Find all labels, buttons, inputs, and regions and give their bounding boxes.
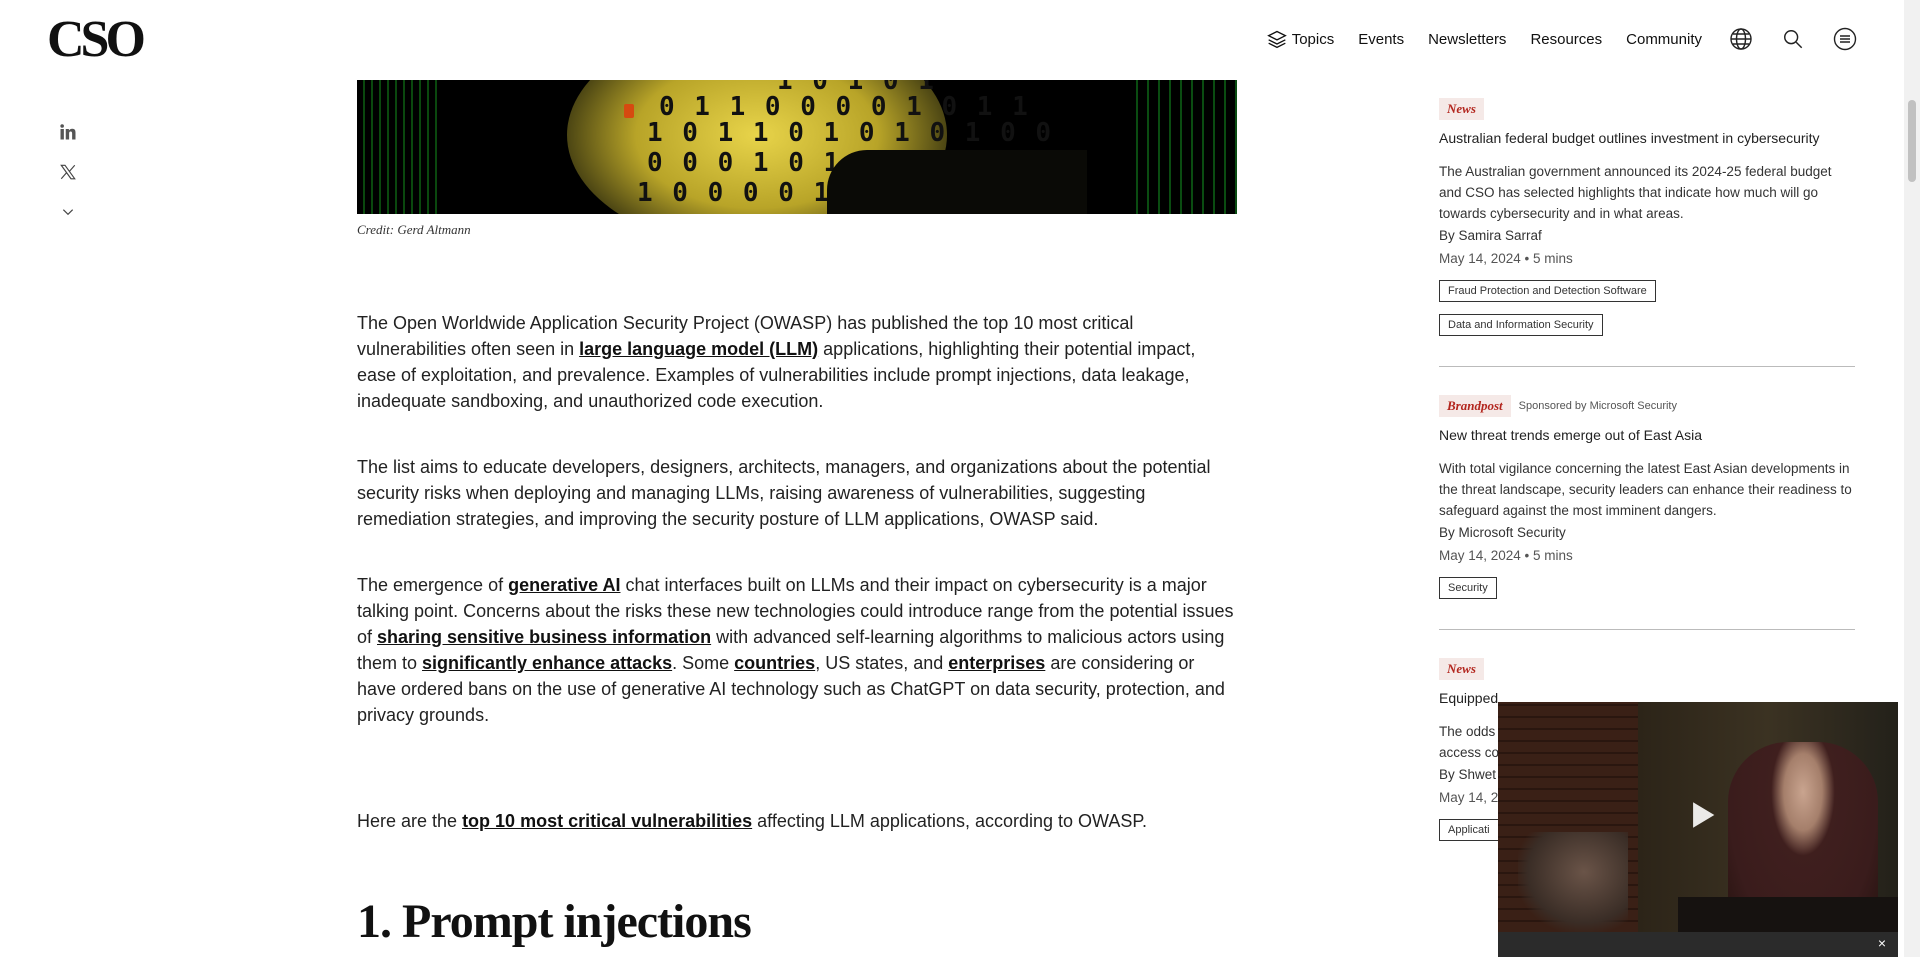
link-countries[interactable]: countries xyxy=(734,653,815,673)
site-header: CSO Topics Events Newsletters Resources … xyxy=(0,0,1904,80)
text: . Some xyxy=(672,653,735,673)
video-control-bar: × xyxy=(1498,932,1898,957)
nav-resources[interactable]: Resources xyxy=(1530,31,1602,48)
nav-newsletters[interactable]: Newsletters xyxy=(1428,31,1506,48)
link-top-10[interactable]: top 10 most critical vulnerabilities xyxy=(462,811,752,831)
link-sharing-sensitive-info[interactable]: sharing sensitive business information xyxy=(377,627,711,647)
card-meta: May 14, 2024 • 5 mins xyxy=(1439,548,1573,563)
topic-chip[interactable]: Fraud Protection and Detection Software xyxy=(1439,280,1656,302)
text: affecting LLM applications, according to… xyxy=(752,811,1148,831)
card-description: The Australian government announced its … xyxy=(1439,164,1832,221)
topic-chip[interactable]: Security xyxy=(1439,577,1497,599)
share-bar xyxy=(56,120,80,240)
cso-logo[interactable]: CSO xyxy=(47,10,146,69)
related-card[interactable]: Brandpost Sponsored by Microsoft Securit… xyxy=(1439,395,1855,630)
close-icon[interactable]: × xyxy=(1878,935,1886,951)
text: , US states, and xyxy=(815,653,949,673)
hero-binary-row: 1 0 1 1 0 1 0 1 0 1 0 0 xyxy=(647,118,1054,148)
paragraph-2: The list aims to educate developers, des… xyxy=(357,457,1211,529)
menu-icon[interactable] xyxy=(1832,26,1858,52)
topic-chip[interactable]: Applicati xyxy=(1439,819,1499,841)
text: Here are the xyxy=(357,811,463,831)
topic-chip[interactable]: Data and Information Security xyxy=(1439,314,1603,336)
linkedin-icon[interactable] xyxy=(56,120,80,144)
link-enterprises[interactable]: enterprises xyxy=(948,653,1045,673)
hero-binary-row: 0 0 0 1 0 1 xyxy=(647,148,842,178)
video-hand xyxy=(1518,832,1628,932)
x-icon[interactable] xyxy=(56,160,80,184)
search-icon[interactable] xyxy=(1780,26,1806,52)
paragraph-1: The Open Worldwide Application Security … xyxy=(357,310,1237,414)
article-body: 1 0 1 0 1 0 1 1 0 0 0 0 1 0 1 1 1 0 1 1 … xyxy=(357,80,1237,949)
card-title[interactable]: New threat trends emerge out of East Asi… xyxy=(1439,426,1855,444)
card-title[interactable]: Australian federal budget outlines inves… xyxy=(1439,129,1855,147)
scrollbar-thumb[interactable] xyxy=(1908,100,1916,182)
content-type-badge: News xyxy=(1439,98,1484,120)
nav-topics[interactable]: Topics xyxy=(1266,29,1335,49)
card-author: By Samira Sarraf xyxy=(1439,228,1542,243)
layers-icon xyxy=(1266,30,1287,49)
hero-red-light xyxy=(624,104,634,118)
link-generative-ai[interactable]: generative AI xyxy=(508,575,620,595)
content-type-badge: News xyxy=(1439,658,1484,680)
hero-green-stripes xyxy=(357,80,437,214)
card-meta: May 14, 2024 • 5 mins xyxy=(1439,251,1573,266)
image-credit: Credit: Gerd Altmann xyxy=(357,222,471,237)
nav-community[interactable]: Community xyxy=(1626,31,1702,48)
chevron-down-icon[interactable] xyxy=(56,200,80,224)
section-heading: 1. Prompt injections xyxy=(357,895,752,948)
nav-events[interactable]: Events xyxy=(1358,31,1404,48)
paragraph-3: The emergence of generative AI chat inte… xyxy=(357,572,1237,728)
link-llm[interactable]: large language model (LLM) xyxy=(579,339,818,359)
hero-green-stripes-right xyxy=(1127,80,1237,214)
card-description: With total vigilance concerning the late… xyxy=(1439,461,1852,518)
main-nav: Topics Events Newsletters Resources Comm… xyxy=(1243,26,1858,52)
content-type-badge: Brandpost xyxy=(1439,395,1511,417)
card-author: By Microsoft Security xyxy=(1439,525,1566,540)
sponsor-label: Sponsored by Microsoft Security xyxy=(1518,400,1677,412)
video-table xyxy=(1678,897,1898,937)
page-scrollbar[interactable] xyxy=(1904,0,1920,957)
related-card[interactable]: News Australian federal budget outlines … xyxy=(1439,80,1855,367)
link-enhance-attacks[interactable]: significantly enhance attacks xyxy=(422,653,672,673)
play-icon[interactable] xyxy=(1686,798,1720,837)
paragraph-4: Here are the top 10 most critical vulner… xyxy=(357,808,1237,834)
hero-image: 1 0 1 0 1 0 1 1 0 0 0 0 1 0 1 1 1 0 1 1 … xyxy=(357,80,1237,214)
text: The emergence of xyxy=(357,575,509,595)
nav-topics-label: Topics xyxy=(1291,30,1335,48)
hero-silhouette xyxy=(827,150,1087,214)
globe-icon[interactable] xyxy=(1728,26,1754,52)
floating-video-player[interactable]: × xyxy=(1498,702,1898,957)
